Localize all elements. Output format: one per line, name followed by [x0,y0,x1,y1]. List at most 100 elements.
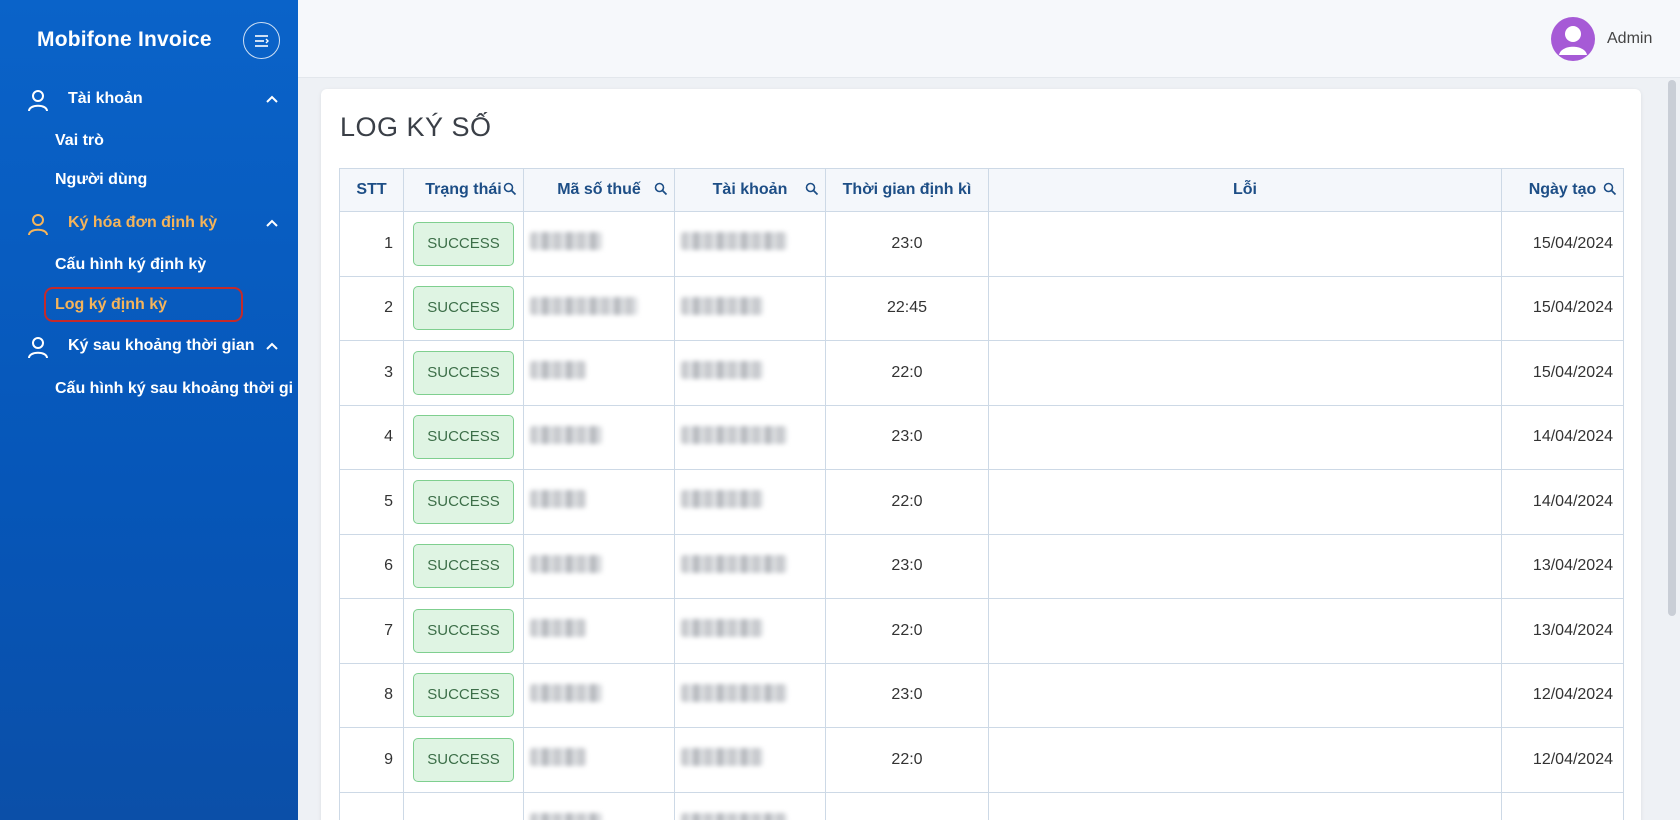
table-row[interactable]: 9 SUCCESS 22:0 12/04/2024 [339,727,1624,793]
cell-thoi-gian: 23:0 [825,533,989,599]
sidebar-toggle-button[interactable] [243,22,280,59]
cell-loi [988,598,1502,664]
redacted-value [681,619,763,638]
redacted-value [530,748,586,767]
table-row[interactable]: 5 SUCCESS 22:0 14/04/2024 [339,469,1624,535]
cell-stt: 2 [339,275,404,341]
cell-stt: 4 [339,404,404,470]
app-title: Mobifone Invoice [37,28,212,51]
table-header-row: STT Trạng thái Mã số thuế Tài khoản Thời… [339,168,1624,212]
user-name[interactable]: Admin [1607,30,1652,48]
status-badge: SUCCESS [413,673,514,718]
cell-status: SUCCESS [403,340,524,406]
cell-thoi-gian [825,791,989,820]
cell-tai-khoan [674,791,826,820]
status-badge: SUCCESS [413,737,514,782]
table-row[interactable]: 2 SUCCESS 22:45 15/04/2024 [339,275,1624,341]
cell-tai-khoan [674,598,826,664]
table-row[interactable]: 3 SUCCESS 22:0 15/04/2024 [339,340,1624,406]
column-header-ngay-tao[interactable]: Ngày tạo [1501,168,1624,212]
cell-ngay-tao: 12/04/2024 [1501,662,1624,728]
cell-ngay-tao: 14/04/2024 [1501,404,1624,470]
status-badge: SUCCESS [413,286,514,331]
cell-loi [988,211,1502,277]
cell-tai-khoan [674,727,826,793]
cell-ngay-tao: 12/04/2024 [1501,727,1624,793]
table-row[interactable] [339,791,1624,820]
redacted-value [530,425,602,444]
sidebar-item-nguoi-dung[interactable]: Người dùng [55,171,147,189]
cell-thoi-gian: 23:0 [825,662,989,728]
cell-tai-khoan [674,404,826,470]
sidebar-item-cau-hinh-ky-dinh-ky[interactable]: Cấu hình ký định kỳ [55,256,206,274]
cell-ma-so-thue [523,404,675,470]
cell-ma-so-thue [523,598,675,664]
sidebar-group-label: Ký sau khoảng thời gian [68,337,255,354]
cell-status: SUCCESS [403,727,524,793]
cell-ma-so-thue [523,340,675,406]
table-row[interactable]: 1 SUCCESS 23:0 15/04/2024 [339,211,1624,277]
cell-stt: 8 [339,662,404,728]
user-avatar-icon [1559,26,1587,55]
cell-status: SUCCESS [403,662,524,728]
cell-ma-so-thue [523,662,675,728]
sidebar-group-tai-khoan[interactable]: Tài khoản [0,81,298,117]
cell-status: SUCCESS [403,533,524,599]
redacted-value [530,554,602,573]
cell-stt: 7 [339,598,404,664]
sidebar: Mobifone Invoice Tài khoản Vai trò Người… [0,0,298,820]
redacted-value [681,232,787,251]
cell-tai-khoan [674,533,826,599]
menu-collapse-icon [254,34,269,47]
status-badge: SUCCESS [413,415,514,460]
table-row[interactable]: 8 SUCCESS 23:0 12/04/2024 [339,662,1624,728]
cell-tai-khoan [674,275,826,341]
search-icon[interactable] [805,182,819,196]
redacted-value [530,232,602,251]
cell-loi [988,533,1502,599]
table-row[interactable]: 6 SUCCESS 23:0 13/04/2024 [339,533,1624,599]
search-icon[interactable] [654,182,668,196]
sidebar-item-log-ky-dinh-ky[interactable]: Log ký định kỳ [55,296,167,314]
cell-ngay-tao: 15/04/2024 [1501,275,1624,341]
cell-loi [988,275,1502,341]
sidebar-group-ky-sau-khoang-thoi-gian[interactable]: Ký sau khoảng thời gian [0,328,298,364]
cell-ngay-tao: 15/04/2024 [1501,211,1624,277]
page-scrollbar[interactable] [1668,80,1676,616]
redacted-value [681,554,787,573]
user-icon [28,337,48,359]
column-header-trang-thai[interactable]: Trạng thái [403,168,524,212]
sidebar-group-label: Ký hóa đơn định kỳ [68,214,218,231]
redacted-value [681,361,763,380]
status-badge: SUCCESS [413,479,514,524]
cell-thoi-gian: 22:0 [825,340,989,406]
table-row[interactable]: 4 SUCCESS 23:0 14/04/2024 [339,404,1624,470]
status-badge: SUCCESS [413,221,514,266]
redacted-value [681,748,763,767]
cell-ma-so-thue [523,791,675,820]
cell-loi [988,791,1502,820]
cell-status [403,791,524,820]
cell-ngay-tao [1501,791,1624,820]
cell-loi [988,662,1502,728]
sidebar-item-cau-hinh-ky-sau-khoang-thoi-gian[interactable]: Cấu hình ký sau khoảng thời gi [55,380,293,398]
search-icon[interactable] [503,182,517,196]
status-badge: SUCCESS [413,608,514,653]
cell-stt: 3 [339,340,404,406]
cell-stt: 1 [339,211,404,277]
avatar[interactable] [1551,17,1595,61]
column-header-tai-khoan[interactable]: Tài khoản [674,168,826,212]
cell-tai-khoan [674,211,826,277]
cell-stt: 5 [339,469,404,535]
chevron-up-icon [266,342,278,350]
table-row[interactable]: 7 SUCCESS 22:0 13/04/2024 [339,598,1624,664]
search-icon[interactable] [1603,182,1617,196]
redacted-value [681,683,787,702]
sidebar-item-vai-tro[interactable]: Vai trò [55,132,104,150]
log-table: STT Trạng thái Mã số thuế Tài khoản Thời… [339,168,1624,820]
column-header-ma-so-thue[interactable]: Mã số thuế [523,168,675,212]
redacted-value [530,619,586,638]
cell-ma-so-thue [523,533,675,599]
cell-thoi-gian: 23:0 [825,211,989,277]
sidebar-group-ky-hoa-don-dinh-ky[interactable]: Ký hóa đơn định kỳ [0,205,298,241]
